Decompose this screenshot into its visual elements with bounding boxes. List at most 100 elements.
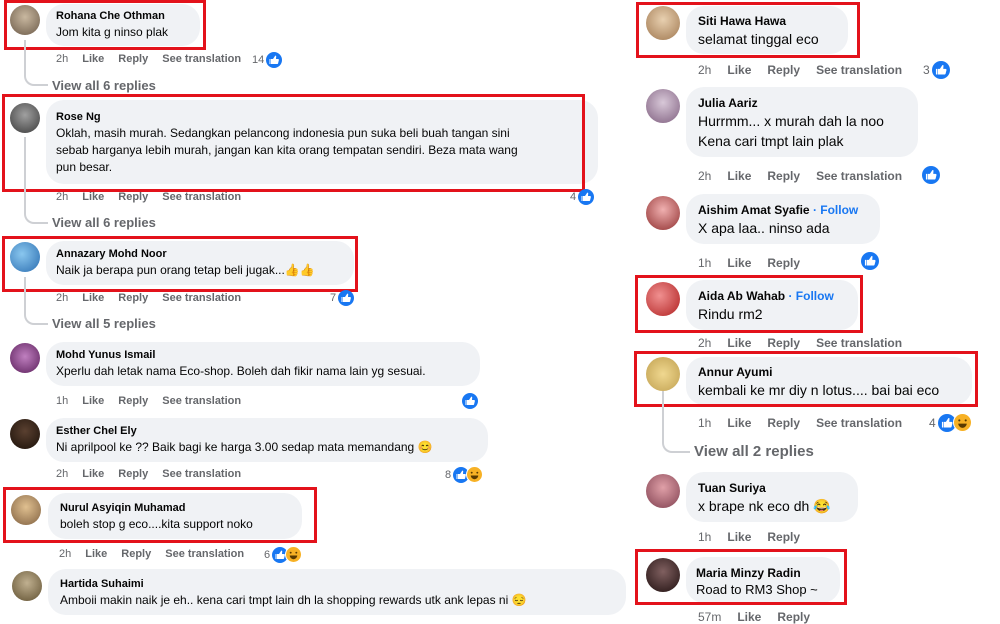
reaction-count[interactable]: 3 [923, 61, 950, 79]
see-translation-button[interactable]: See translation [162, 191, 241, 203]
reply-thread-line [662, 391, 690, 453]
comment-actions: 1h Like Reply See translation [56, 395, 241, 407]
timestamp[interactable]: 2h [698, 169, 711, 183]
avatar[interactable] [12, 571, 42, 601]
see-translation-button[interactable]: See translation [816, 169, 902, 183]
like-button[interactable]: Like [82, 191, 104, 203]
reply-button[interactable]: Reply [777, 610, 810, 624]
avatar[interactable] [646, 89, 680, 123]
comment-text: Xperlu dah letak nama Eco-shop. Boleh da… [56, 364, 426, 378]
reply-button[interactable]: Reply [767, 169, 800, 183]
see-translation-button[interactable]: See translation [165, 548, 244, 560]
like-reaction-icon [922, 166, 940, 184]
view-all-replies-link[interactable]: View all 2 replies [694, 443, 814, 460]
reply-button[interactable]: Reply [767, 63, 800, 77]
commenter-name[interactable]: Aishim Amat Syafie · Follow [698, 202, 868, 218]
like-button[interactable]: Like [82, 395, 104, 407]
reaction-count-number: 8 [445, 468, 452, 481]
commenter-name[interactable]: Mohd Yunus Ismail [56, 348, 470, 363]
view-all-replies-link[interactable]: View all 5 replies [52, 316, 156, 331]
like-button[interactable]: Like [82, 53, 104, 65]
reaction-count[interactable]: 14 [252, 52, 283, 68]
follow-button[interactable]: · Follow [813, 203, 858, 217]
commenter-name[interactable]: Tuan Suriya [698, 480, 846, 496]
see-translation-button[interactable]: See translation [162, 468, 241, 480]
avatar[interactable] [646, 474, 680, 508]
reaction-count[interactable]: 4 [929, 413, 972, 432]
highlight-box [635, 549, 847, 605]
comment-text: Kena cari tmpt lain plak [698, 133, 844, 149]
like-button[interactable]: Like [727, 63, 751, 77]
view-all-replies-link[interactable]: View all 6 replies [52, 215, 156, 230]
reply-button[interactable]: Reply [121, 548, 151, 560]
comment-bubble: Hartida Suhaimi Amboii makin naik je eh.… [48, 569, 626, 615]
reaction-count[interactable]: 4 [570, 189, 595, 205]
timestamp[interactable]: 2h [56, 292, 68, 304]
timestamp[interactable]: 2h [56, 53, 68, 65]
like-button[interactable]: Like [727, 169, 751, 183]
commenter-name[interactable]: Esther Chel Ely [56, 424, 478, 439]
like-button[interactable]: Like [727, 336, 751, 350]
timestamp[interactable]: 2h [56, 468, 68, 480]
reply-button[interactable]: Reply [767, 256, 800, 270]
reply-button[interactable]: Reply [118, 191, 148, 203]
reply-button[interactable]: Reply [118, 468, 148, 480]
like-button[interactable]: Like [82, 292, 104, 304]
like-button[interactable]: Like [727, 416, 751, 430]
see-translation-button[interactable]: See translation [816, 416, 902, 430]
reaction-count[interactable] [861, 252, 879, 270]
comment-actions: 1h Like Reply [698, 530, 800, 544]
avatar[interactable] [646, 196, 680, 230]
timestamp[interactable]: 1h [698, 416, 711, 430]
reply-button[interactable]: Reply [767, 336, 800, 350]
like-reaction-icon [861, 252, 879, 270]
timestamp[interactable]: 1h [698, 256, 711, 270]
comment-actions: 1h Like Reply See translation [698, 416, 902, 430]
see-translation-button[interactable]: See translation [162, 53, 241, 65]
commenter-name[interactable]: Julia Aariz [698, 95, 906, 111]
reply-button[interactable]: Reply [767, 530, 800, 544]
reaction-count[interactable]: 6 [264, 546, 303, 563]
like-button[interactable]: Like [737, 610, 761, 624]
commenter-name[interactable]: Hartida Suhaimi [60, 577, 614, 592]
see-translation-button[interactable]: See translation [816, 63, 902, 77]
see-translation-button[interactable]: See translation [816, 336, 902, 350]
timestamp[interactable]: 1h [698, 530, 711, 544]
comment-bubble: Julia Aariz Hurrmm... x murah dah la noo… [686, 87, 918, 157]
highlight-box [2, 236, 358, 292]
timestamp[interactable]: 2h [698, 336, 711, 350]
timestamp[interactable]: 1h [56, 395, 68, 407]
like-button[interactable]: Like [85, 548, 107, 560]
like-reaction-icon [931, 61, 950, 79]
like-button[interactable]: Like [727, 530, 751, 544]
haha-reaction-icon [285, 546, 303, 563]
reply-button[interactable]: Reply [118, 395, 148, 407]
reaction-count[interactable]: 7 [330, 290, 355, 306]
reply-button[interactable]: Reply [767, 416, 800, 430]
reply-button[interactable]: Reply [118, 292, 148, 304]
timestamp[interactable]: 2h [59, 548, 71, 560]
timestamp[interactable]: 2h [698, 63, 711, 77]
view-all-replies-link[interactable]: View all 6 replies [52, 78, 156, 93]
reaction-count[interactable]: 8 [445, 466, 484, 483]
comment-bubble: Tuan Suriya x brape nk eco dh 😂 [686, 472, 858, 522]
reaction-count[interactable] [922, 166, 940, 184]
comment-text: Hurrmm... x murah dah la noo [698, 113, 884, 129]
reaction-count[interactable] [462, 393, 478, 409]
comment-bubble: Esther Chel Ely Ni aprilpool ke ?? Baik … [46, 418, 488, 462]
comment-actions: 2h Like Reply See translation [59, 548, 244, 560]
avatar[interactable] [10, 419, 40, 449]
timestamp[interactable]: 2h [56, 191, 68, 203]
like-reaction-icon [462, 393, 478, 409]
like-button[interactable]: Like [727, 256, 751, 270]
reply-button[interactable]: Reply [118, 53, 148, 65]
highlight-box [3, 487, 317, 543]
timestamp[interactable]: 57m [698, 610, 721, 624]
avatar[interactable] [10, 343, 40, 373]
like-button[interactable]: Like [82, 468, 104, 480]
like-reaction-icon [266, 52, 283, 68]
see-translation-button[interactable]: See translation [162, 292, 241, 304]
comment-bubble: Aishim Amat Syafie · Follow X apa laa.. … [686, 194, 880, 244]
see-translation-button[interactable]: See translation [162, 395, 241, 407]
sad-emoji-icon: 😔 [511, 593, 527, 607]
